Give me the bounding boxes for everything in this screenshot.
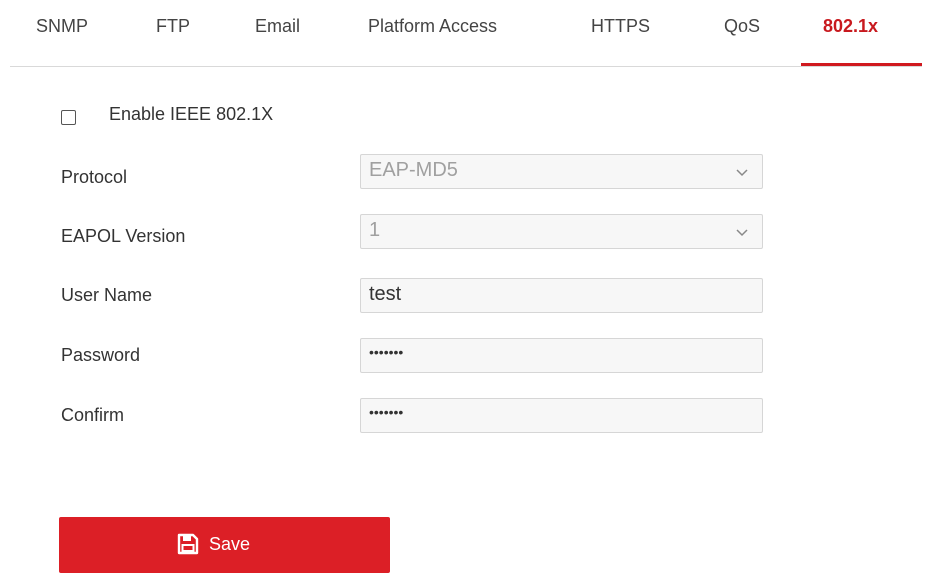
password-value: ••••••• [369, 344, 404, 360]
tab-https[interactable]: HTTPS [591, 16, 650, 37]
username-input[interactable]: test [360, 278, 763, 313]
password-label: Password [61, 345, 141, 365]
confirm-password-input[interactable]: ••••••• [360, 398, 763, 433]
save-button[interactable]: Save [59, 517, 390, 573]
protocol-label: Protocol [61, 167, 128, 187]
eapol-version-select[interactable]: 1 [360, 214, 763, 249]
save-button-label: Save [209, 534, 251, 554]
enable-8021x-checkbox[interactable] [61, 110, 76, 125]
tab-platform-access[interactable]: Platform Access [368, 16, 497, 37]
chevron-down-icon [736, 169, 748, 177]
eapol-version-label: EAPOL Version [61, 226, 186, 246]
chevron-down-icon [736, 229, 748, 237]
enable-8021x-label: Enable IEEE 802.1X [109, 104, 274, 124]
confirm-label: Confirm [61, 405, 125, 425]
protocol-select[interactable]: EAP-MD5 [360, 154, 763, 189]
page: SNMP FTP Email Platform Access HTTPS QoS… [0, 0, 925, 573]
protocol-value: EAP-MD5 [369, 159, 458, 181]
tab-qos[interactable]: QoS [724, 16, 760, 37]
password-input[interactable]: ••••••• [360, 338, 763, 373]
active-tab-indicator [801, 63, 922, 66]
floppy-disk-icon [177, 533, 199, 555]
tab-email[interactable]: Email [255, 16, 300, 37]
tab-bar: SNMP FTP Email Platform Access HTTPS QoS… [10, 0, 922, 67]
username-label: User Name [61, 285, 153, 305]
confirm-value: ••••••• [369, 404, 404, 420]
username-value: test [369, 283, 402, 305]
tab-ftp[interactable]: FTP [156, 16, 190, 37]
tab-snmp[interactable]: SNMP [36, 16, 88, 37]
eapol-version-value: 1 [369, 219, 381, 241]
tab-8021x[interactable]: 802.1x [823, 16, 878, 37]
